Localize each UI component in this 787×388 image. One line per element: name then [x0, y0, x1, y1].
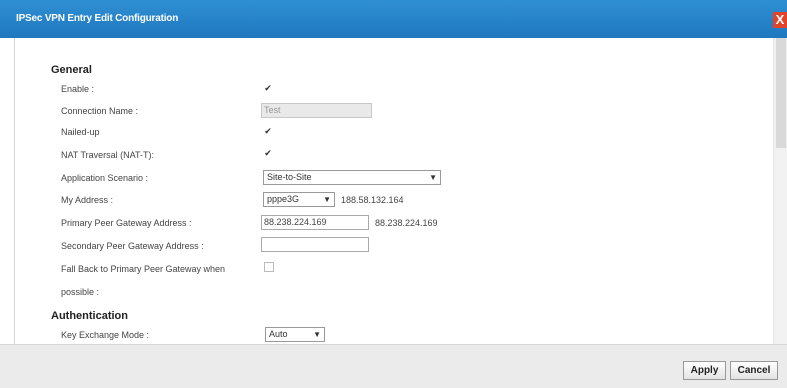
secondary-peer-label: Secondary Peer Gateway Address : — [61, 241, 204, 251]
secondary-peer-field[interactable] — [261, 237, 369, 252]
fallback-checkbox[interactable] — [264, 262, 274, 272]
connection-name-label: Connection Name : — [61, 106, 139, 116]
key-exchange-mode-label: Key Exchange Mode : — [61, 330, 150, 340]
nailed-up-checkbox[interactable]: ✔ — [263, 126, 273, 136]
dialog-title: IPSec VPN Entry Edit Configuration — [16, 13, 179, 24]
chevron-down-icon: ▼ — [323, 195, 331, 204]
my-address-value: pppe3G — [267, 194, 300, 204]
application-scenario-select[interactable]: Site-to-Site ▼ — [263, 170, 441, 185]
primary-peer-field[interactable]: 88.238.224.169 — [261, 215, 369, 230]
primary-peer-resolved: 88.238.224.169 — [375, 218, 438, 228]
fallback-label-continued: possible : — [61, 287, 100, 297]
cancel-button[interactable]: Cancel — [730, 361, 778, 380]
dialog-footer: Apply Cancel — [0, 344, 787, 388]
my-address-label: My Address : — [61, 195, 114, 205]
dialog-title-bar: IPSec VPN Entry Edit Configuration X — [0, 0, 787, 38]
my-address-ip: 188.58.132.164 — [341, 195, 404, 205]
fallback-label: Fall Back to Primary Peer Gateway when — [61, 264, 226, 274]
content-panel: General Enable : ✔ Connection Name : Tes… — [14, 38, 787, 344]
nat-traversal-label: NAT Traversal (NAT-T): — [61, 150, 155, 160]
nat-traversal-checkbox[interactable]: ✔ — [263, 148, 273, 158]
connection-name-field[interactable]: Test — [261, 103, 372, 118]
general-heading: General — [51, 64, 92, 76]
nailed-up-label: Nailed-up — [61, 127, 100, 137]
chevron-down-icon: ▼ — [429, 173, 437, 182]
my-address-select[interactable]: pppe3G ▼ — [263, 192, 335, 207]
application-scenario-label: Application Scenario : — [61, 173, 149, 183]
vertical-scrollbar[interactable] — [773, 38, 787, 344]
enable-label: Enable : — [61, 84, 95, 94]
apply-button[interactable]: Apply — [683, 361, 726, 380]
enable-checkbox[interactable]: ✔ — [263, 83, 273, 93]
primary-peer-label: Primary Peer Gateway Address : — [61, 218, 192, 228]
key-exchange-mode-value: Auto — [269, 329, 288, 339]
application-scenario-value: Site-to-Site — [267, 172, 312, 182]
chevron-down-icon: ▼ — [313, 330, 321, 339]
authentication-heading: Authentication — [51, 310, 128, 322]
scrollbar-thumb[interactable] — [776, 38, 786, 148]
close-icon[interactable]: X — [773, 12, 787, 28]
key-exchange-mode-select[interactable]: Auto ▼ — [265, 327, 325, 342]
